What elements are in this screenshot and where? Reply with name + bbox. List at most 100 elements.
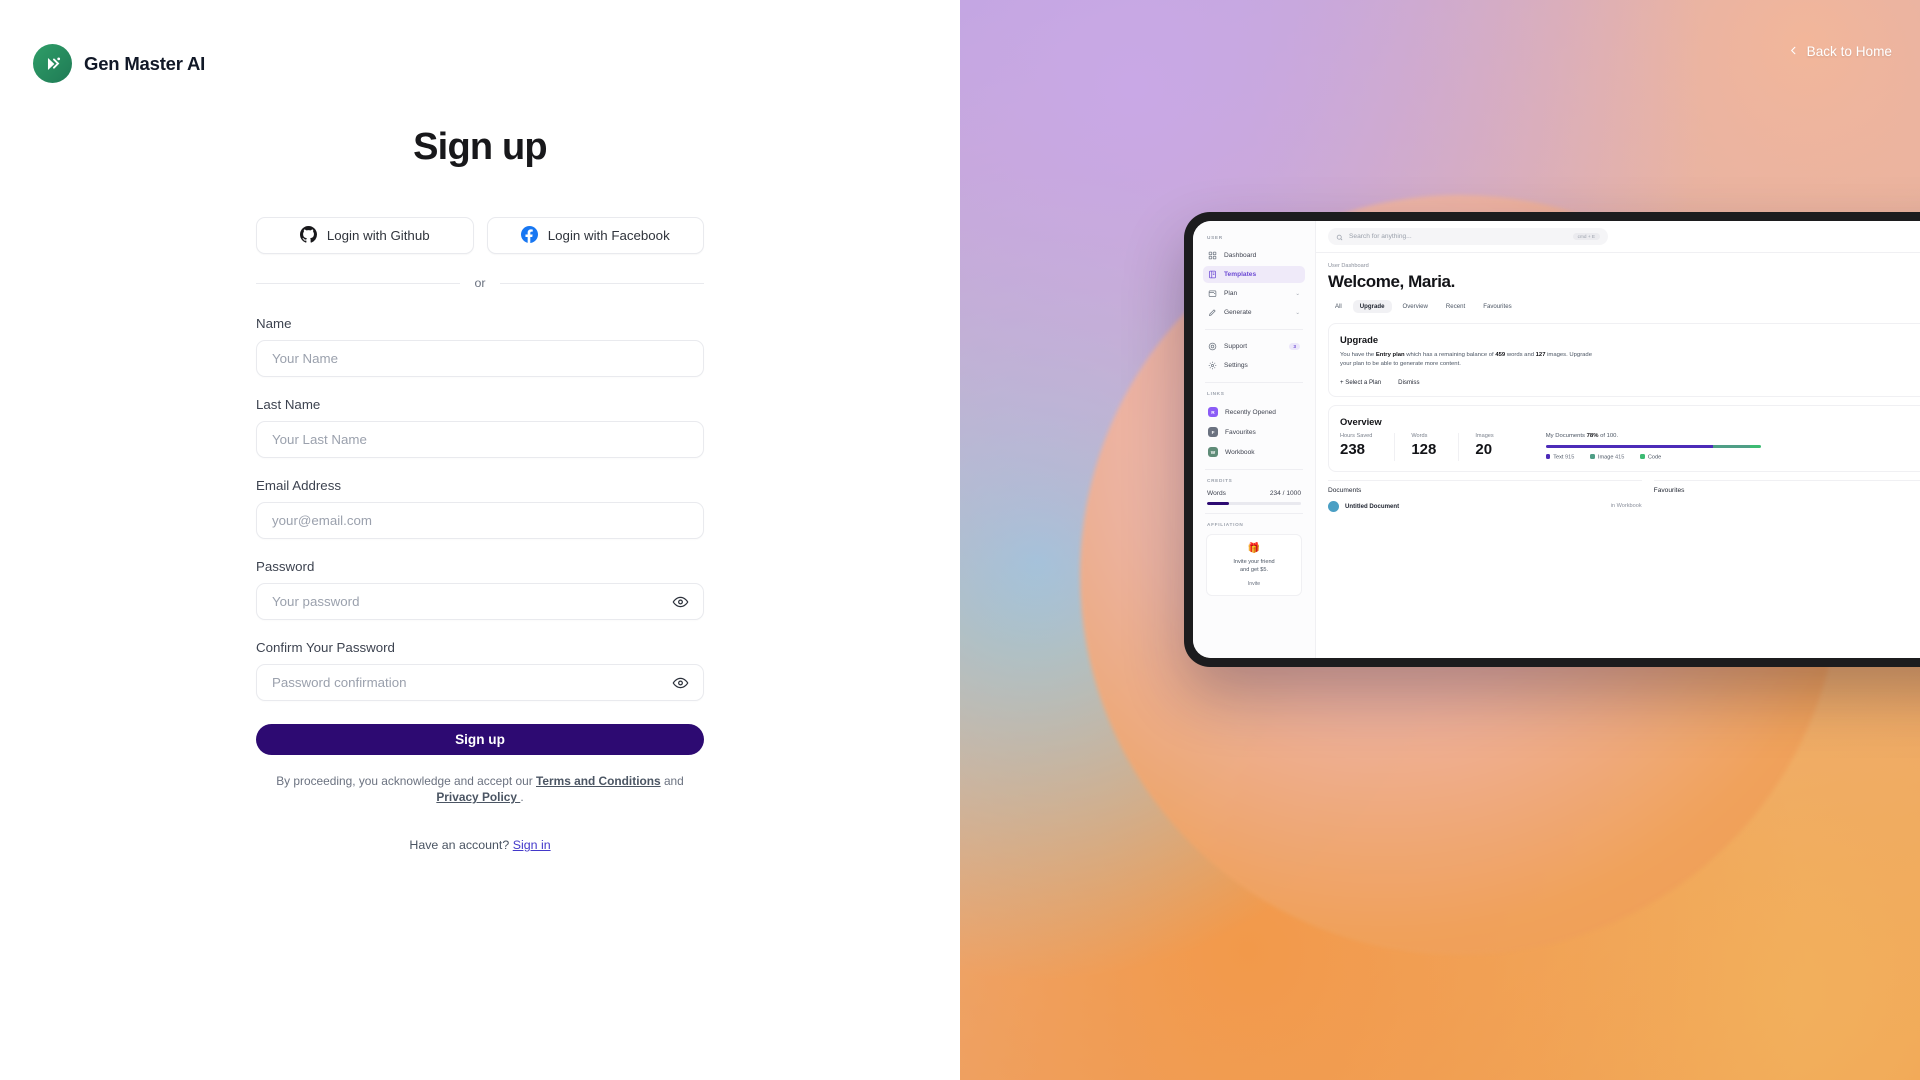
search-input[interactable]: Search for anything... cmd + E xyxy=(1328,228,1608,245)
sidebar-divider-3 xyxy=(1205,469,1303,470)
documents-header: Documents xyxy=(1328,487,1642,494)
grid-icon xyxy=(1208,251,1217,260)
stat-hours-saved: Hours Saved 238 xyxy=(1340,432,1396,461)
login-with-facebook-label: Login with Facebook xyxy=(547,228,670,243)
back-to-home-label: Back to Home xyxy=(1806,44,1892,59)
login-with-github-button[interactable]: Login with Github xyxy=(256,217,474,254)
invite-button[interactable]: Invite xyxy=(1212,581,1296,587)
toggle-confirm-password-visibility-eye-icon[interactable] xyxy=(672,674,689,691)
my-documents-text-1: My Documents xyxy=(1545,432,1587,439)
credits-row: Words 234 / 1000 xyxy=(1203,490,1305,497)
sidebar-item-support-label: Support xyxy=(1224,343,1248,350)
confirm-password-input[interactable]: Password confirmation xyxy=(256,664,704,701)
document-thumbnail xyxy=(1328,500,1339,512)
signup-panel: Gen Master AI Sign up Login with Github xyxy=(0,0,960,1080)
search-icon xyxy=(1336,228,1343,246)
tab-overview[interactable]: Overview xyxy=(1396,300,1435,313)
sidebar-link-workbook[interactable]: W Workbook xyxy=(1203,443,1305,461)
breadcrumb: User Dashboard xyxy=(1328,263,1369,269)
email-placeholder: your@email.com xyxy=(272,513,372,528)
divider-label: or xyxy=(474,276,486,290)
stat-words-value: 128 xyxy=(1411,440,1437,458)
affiliation-card: 🎁 Invite your friend and get $5. Invite xyxy=(1206,534,1302,597)
confirm-password-placeholder: Password confirmation xyxy=(272,675,407,690)
welcome-heading: Welcome, Maria. xyxy=(1328,272,1455,291)
documents-header-label: Documents xyxy=(1328,486,1362,494)
divider-line-left xyxy=(256,282,461,284)
sidebar-item-support[interactable]: Support 3 xyxy=(1203,338,1305,355)
sidebar-item-dashboard[interactable]: Dashboard xyxy=(1203,247,1305,264)
upgrade-images-count: 127 xyxy=(1535,352,1546,358)
upgrade-actions: + Select a Plan Dismiss xyxy=(1340,379,1920,386)
sidebar-divider xyxy=(1205,329,1303,330)
name-field-group: Name Your Name xyxy=(256,316,704,377)
back-to-home-link[interactable]: Back to Home xyxy=(1788,44,1892,59)
tab-favourites[interactable]: Favourites xyxy=(1476,300,1518,313)
my-documents-chart: My Documents 78% of 100. Text 915 Image … xyxy=(1545,433,1761,461)
legend-swatch-image xyxy=(1590,454,1595,459)
last-name-input[interactable]: Your Last Name xyxy=(256,421,704,458)
email-input[interactable]: your@email.com xyxy=(256,502,704,539)
list-item[interactable]: Untitled Document in Workbook xyxy=(1328,500,1642,512)
legend-item-code: Code xyxy=(1640,454,1661,461)
sidebar-item-generate[interactable]: Generate ⌄ xyxy=(1203,304,1305,321)
privacy-policy-link[interactable]: Privacy Policy xyxy=(436,790,520,804)
my-documents-caption: My Documents 78% of 100. xyxy=(1546,433,1761,439)
document-title: Untitled Document xyxy=(1345,502,1400,510)
affiliation-line-1: Invite your friend xyxy=(1233,559,1275,565)
legal-text: By proceeding, you acknowledge and accep… xyxy=(256,773,704,805)
sidebar-item-settings[interactable]: Settings xyxy=(1203,357,1305,374)
sidebar-item-plan[interactable]: Plan ⌄ xyxy=(1203,285,1305,302)
social-login-row: Login with Github Login with Facebook xyxy=(256,217,704,254)
sidebar-item-settings-label: Settings xyxy=(1224,362,1248,369)
sidebar-link-recently-opened-label: Recently Opened xyxy=(1225,408,1276,416)
tab-upgrade[interactable]: Upgrade xyxy=(1352,300,1392,313)
favourites-initial-icon: F xyxy=(1208,427,1218,437)
chevron-down-icon: ⌄ xyxy=(1295,309,1300,316)
have-account-row: Have an account? Sign in xyxy=(256,838,704,852)
dashboard-content: User Dashboard Welcome, Maria. All Upgra… xyxy=(1316,253,1920,658)
credits-label: Words xyxy=(1207,490,1226,497)
legend-label-text: Text xyxy=(1553,454,1564,461)
password-field-group: Password Your password xyxy=(256,559,704,620)
brand-logo[interactable]: Gen Master AI xyxy=(33,44,205,83)
chevron-down-icon: ⌄ xyxy=(1295,290,1300,297)
login-with-facebook-button[interactable]: Login with Facebook xyxy=(486,217,704,254)
signup-page: Gen Master AI Sign up Login with Github xyxy=(0,0,1920,1080)
sidebar-item-dashboard-label: Dashboard xyxy=(1224,252,1257,259)
upgrade-description: You have the Entry plan which has a rema… xyxy=(1340,351,1595,370)
stat-hours-saved-label: Hours Saved xyxy=(1340,432,1373,439)
sidebar-link-recently-opened[interactable]: R Recently Opened xyxy=(1203,403,1305,421)
legend-value-image: 415 xyxy=(1615,454,1625,461)
signup-submit-button[interactable]: Sign up xyxy=(256,724,704,755)
sidebar-link-favourites[interactable]: F Favourites xyxy=(1203,423,1305,441)
have-account-label: Have an account? xyxy=(409,838,510,853)
terms-and-conditions-link[interactable]: Terms and Conditions xyxy=(536,774,661,788)
name-label: Name xyxy=(256,316,292,331)
email-label: Email Address xyxy=(256,478,341,493)
legal-prefix: By proceeding, you acknowledge and accep… xyxy=(276,774,536,788)
overview-title: Overview xyxy=(1340,415,1382,427)
toggle-password-visibility-eye-icon[interactable] xyxy=(672,593,689,610)
name-placeholder: Your Name xyxy=(272,351,339,366)
legend-swatch-code xyxy=(1640,454,1645,459)
confirm-password-label: Confirm Your Password xyxy=(256,640,395,655)
name-input[interactable]: Your Name xyxy=(256,340,704,377)
search-placeholder: Search for anything... xyxy=(1349,233,1412,240)
dashboard-sidebar: USER Dashboard Templates Plan ⌄ Generate… xyxy=(1193,221,1316,658)
tab-all[interactable]: All xyxy=(1328,300,1349,313)
password-input[interactable]: Your password xyxy=(256,583,704,620)
layout-icon xyxy=(1208,270,1217,279)
password-placeholder: Your password xyxy=(272,594,360,609)
sidebar-divider-2 xyxy=(1205,382,1303,383)
favourites-header[interactable]: Favourites ⌄ xyxy=(1654,487,1920,494)
select-a-plan-button[interactable]: + Select a Plan xyxy=(1340,379,1381,386)
bottom-lists: Documents Untitled Document in Workbook xyxy=(1328,479,1920,512)
tab-recent[interactable]: Recent xyxy=(1439,300,1472,313)
sidebar-item-templates[interactable]: Templates xyxy=(1203,266,1305,283)
lifebuoy-icon xyxy=(1208,342,1217,351)
dismiss-button[interactable]: Dismiss xyxy=(1398,379,1419,386)
signin-link[interactable]: Sign in xyxy=(513,838,551,852)
sidebar-affiliation-caption: AFFILIATION xyxy=(1207,522,1244,527)
my-documents-segmented-bar xyxy=(1545,444,1761,449)
